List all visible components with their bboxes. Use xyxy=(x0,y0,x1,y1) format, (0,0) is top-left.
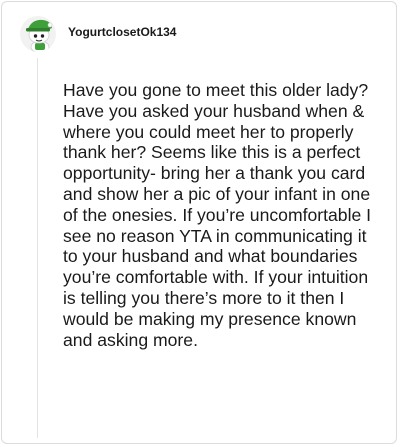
avatar-graphic xyxy=(26,19,53,52)
snoo-avatar-icon[interactable] xyxy=(20,16,56,52)
comment-author-username[interactable]: YogurtclosetOk134 xyxy=(68,25,176,39)
comment-body-text: Have you gone to meet this older lady? H… xyxy=(63,80,372,350)
thread-collapse-line[interactable] xyxy=(37,58,38,438)
comment-card: YogurtclosetOk134 Have you gone to meet … xyxy=(1,1,397,444)
